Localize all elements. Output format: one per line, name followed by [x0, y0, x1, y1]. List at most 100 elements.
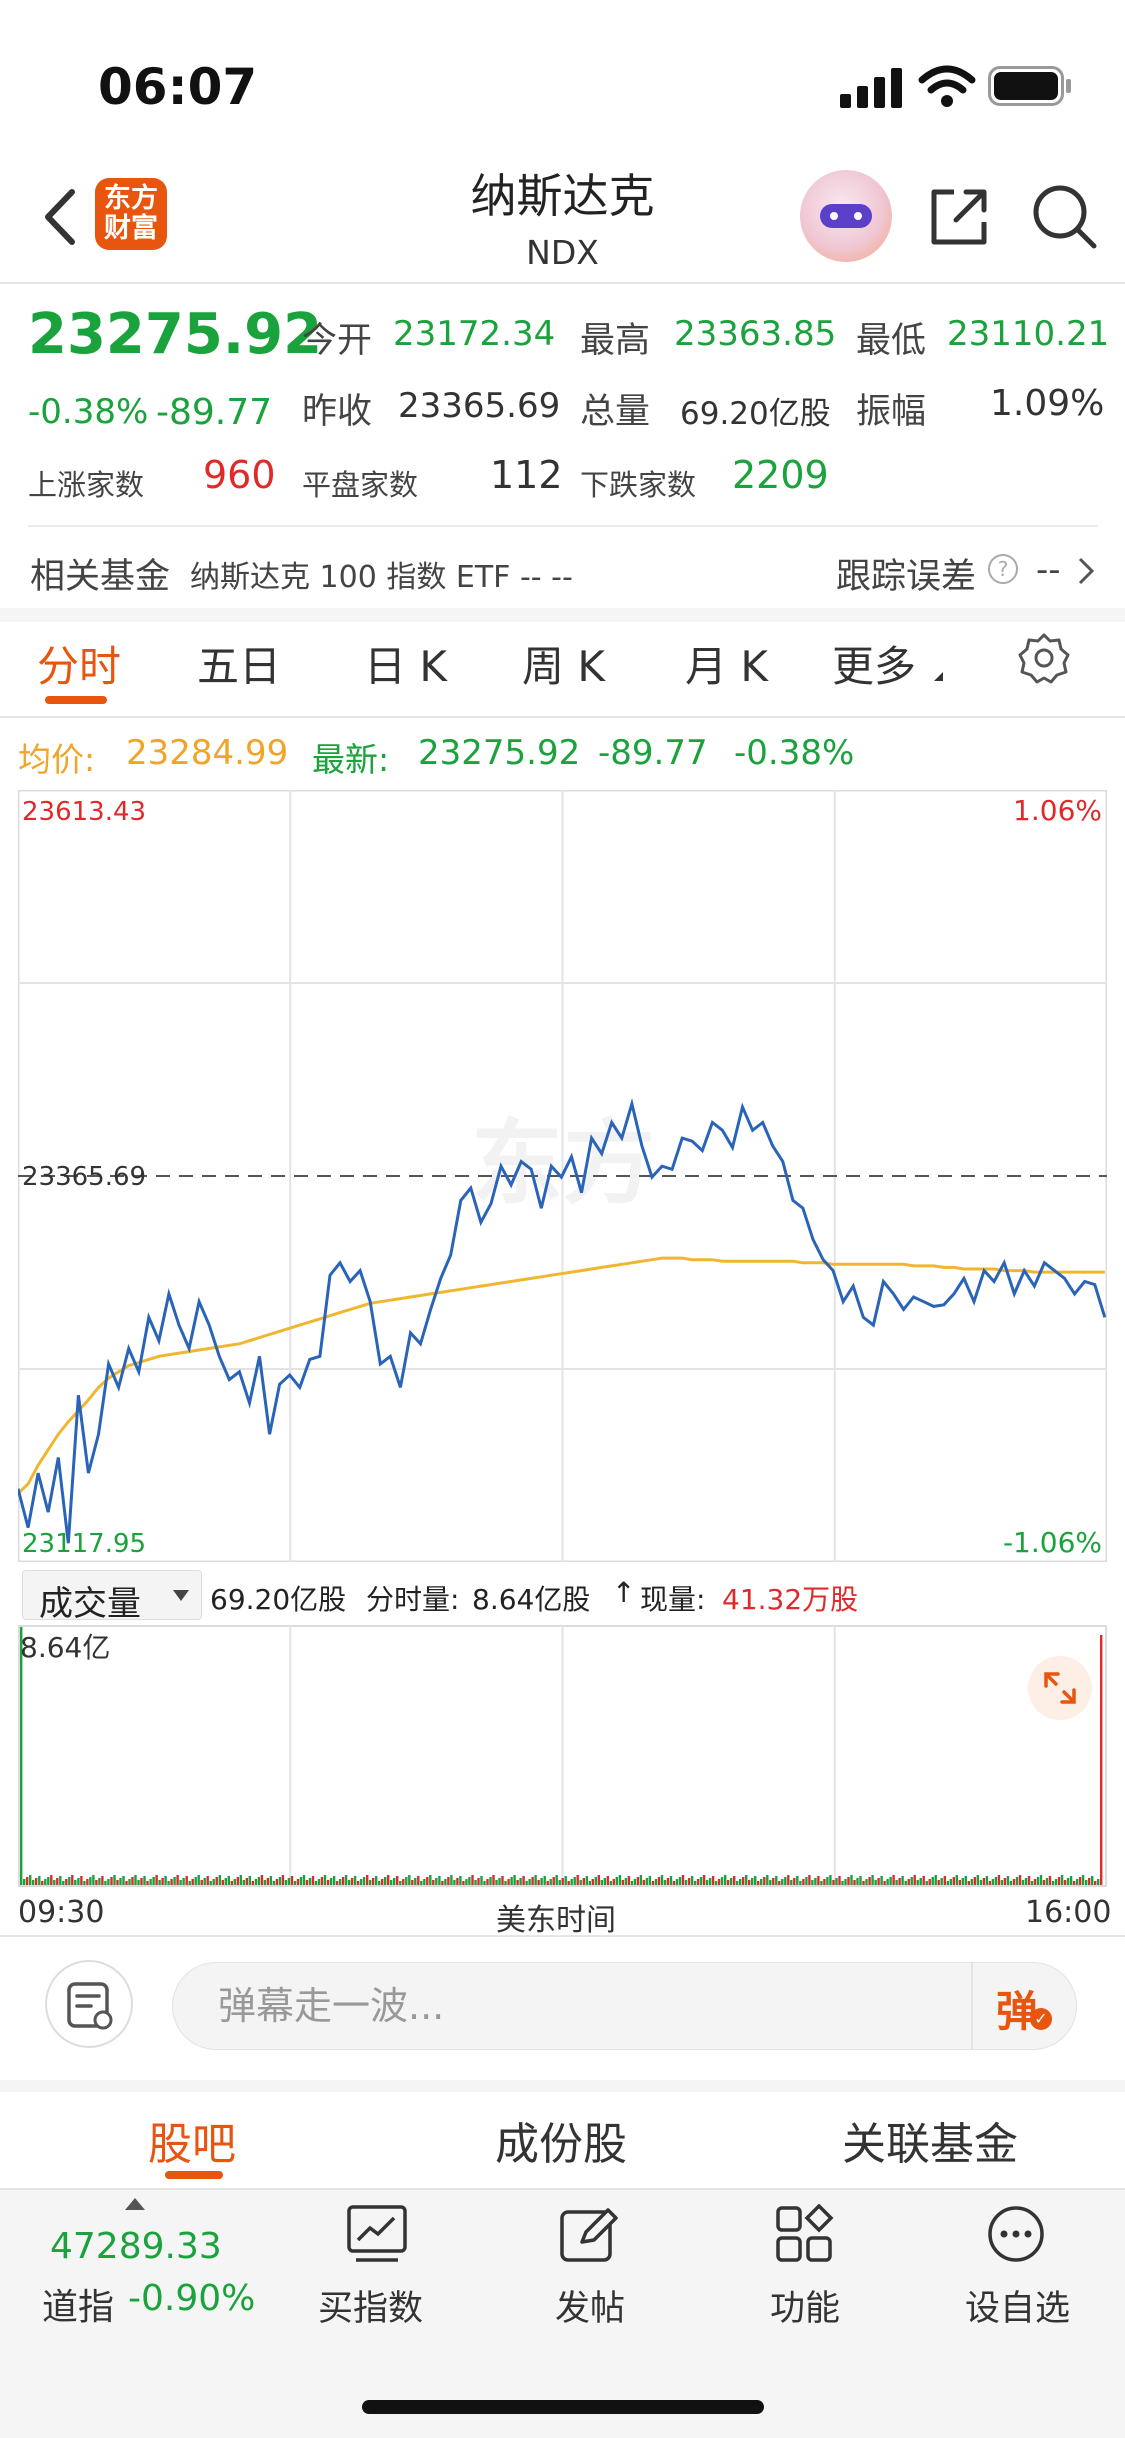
- latest-percent: -0.38%: [734, 733, 855, 773]
- flat-count-value: 112: [490, 453, 563, 497]
- volume-bar: [323, 1875, 327, 1885]
- intraday-price-chart[interactable]: 东方 23613.43 23365.69 23117.95 1.06% -1.0…: [18, 790, 1107, 1562]
- volume-bar: [717, 1879, 721, 1885]
- volume-bar: [456, 1878, 459, 1885]
- prev-close-label: 昨收: [302, 392, 373, 432]
- expand-icon: [1044, 1672, 1076, 1704]
- volume-bar: [793, 1878, 796, 1885]
- volume-bar: [967, 1881, 970, 1885]
- volume-bar: [543, 1876, 546, 1885]
- volume-max-label: 8.64亿: [20, 1631, 110, 1664]
- volume-bar: [50, 1875, 53, 1885]
- dow-percent[interactable]: -0.90%: [128, 2278, 255, 2319]
- assistant-avatar[interactable]: [800, 170, 892, 262]
- volume-bar: [140, 1878, 143, 1885]
- danmu-send-divider: [971, 1962, 973, 2050]
- chart-watermark: 东方: [471, 1110, 655, 1217]
- volume-bar: [429, 1875, 432, 1885]
- volume-bar: [47, 1877, 50, 1885]
- search-icon[interactable]: [1030, 182, 1098, 250]
- volume-bar: [245, 1878, 248, 1885]
- volume-bar: [687, 1878, 691, 1885]
- volume-bar: [272, 1881, 276, 1885]
- volume-bar: [290, 1876, 294, 1885]
- tab-weekly-k[interactable]: 周 K: [522, 633, 605, 694]
- functions-icon[interactable]: [774, 2204, 836, 2264]
- buy-index-label[interactable]: 买指数: [318, 2280, 423, 2331]
- dow-label[interactable]: 道指: [42, 2278, 114, 2330]
- volume-bar: [480, 1876, 483, 1885]
- volume-bar: [558, 1880, 561, 1885]
- volume-bar: [101, 1876, 104, 1885]
- post-label[interactable]: 发帖: [555, 2280, 625, 2331]
- buy-index-icon[interactable]: [346, 2204, 408, 2264]
- volume-bar: [850, 1875, 853, 1885]
- related-fund-name[interactable]: 纳斯达克 100 指数 ETF -- --: [190, 552, 573, 596]
- volume-bar: [1030, 1881, 1034, 1885]
- volume-bar: [504, 1881, 507, 1885]
- volume-bar: [266, 1878, 270, 1885]
- tab-constituents[interactable]: 成份股: [495, 2108, 627, 2172]
- indicator-selector[interactable]: 成交量: [22, 1570, 202, 1624]
- tab-daily-k[interactable]: 日 K: [364, 633, 447, 694]
- volume-bar: [296, 1879, 300, 1885]
- tab-linked-funds[interactable]: 关联基金: [842, 2108, 1018, 2172]
- total-volume: 69.20亿股: [210, 1583, 347, 1616]
- volume-bar: [606, 1876, 609, 1885]
- volume-bar: [525, 1881, 528, 1885]
- volume-bar: [877, 1878, 880, 1885]
- x-tick-open: 09:30: [18, 1895, 105, 1930]
- chevron-right-icon[interactable]: [1076, 556, 1096, 586]
- volume-chart[interactable]: 8.64亿: [18, 1625, 1107, 1887]
- dow-value[interactable]: 47289.33: [50, 2226, 222, 2267]
- volume-bar: [534, 1875, 537, 1885]
- tab-five-day[interactable]: 五日: [197, 633, 281, 694]
- volume-bar: [236, 1877, 239, 1885]
- volume-bar: [468, 1877, 471, 1885]
- volume-bar: [152, 1877, 155, 1885]
- volume-grid: [289, 1625, 836, 1887]
- more-options-icon[interactable]: [986, 2204, 1046, 2264]
- volume-bar: [293, 1881, 297, 1885]
- volume-bar: [390, 1880, 393, 1885]
- functions-label[interactable]: 功能: [770, 2280, 840, 2331]
- volume-bar: [251, 1881, 254, 1885]
- volume-bar: [931, 1877, 934, 1885]
- add-watchlist-label[interactable]: 设自选: [965, 2280, 1070, 2331]
- danmu-send-button[interactable]: 弹 ✓: [994, 1976, 1054, 2036]
- volume-bar: [1069, 1876, 1073, 1885]
- indicator-selector-label: 成交量: [39, 1584, 141, 1624]
- volume-bar: [787, 1875, 790, 1885]
- volume-bar: [347, 1880, 351, 1885]
- tab-intraday[interactable]: 分时: [37, 633, 121, 694]
- volume-bar: [356, 1881, 360, 1885]
- volume-bar: [158, 1880, 161, 1885]
- settings-icon[interactable]: [1018, 632, 1070, 684]
- volume-bar: [269, 1876, 273, 1885]
- volume-bar: [745, 1875, 748, 1885]
- volume-bar: [808, 1875, 811, 1885]
- volume-bar: [281, 1875, 285, 1885]
- note-button[interactable]: [45, 1960, 133, 2048]
- volume-bar: [934, 1875, 937, 1885]
- prev-close-value: 23365.69: [398, 386, 561, 426]
- tab-monthly-k[interactable]: 月 K: [685, 633, 768, 694]
- share-icon[interactable]: [926, 184, 992, 250]
- volume-bar: [254, 1879, 258, 1885]
- volume-label: 总量: [580, 392, 651, 432]
- section-gap: [0, 608, 1125, 622]
- volume-bar: [507, 1879, 510, 1885]
- volume-bar: [552, 1877, 555, 1885]
- danmu-input[interactable]: 弹幕走一波...: [172, 1962, 1077, 2050]
- volume-bar: [71, 1875, 74, 1885]
- expand-chart-button[interactable]: [1028, 1656, 1092, 1720]
- volume-bar: [35, 1878, 38, 1885]
- help-icon[interactable]: ?: [988, 554, 1018, 584]
- volume-bar: [137, 1880, 140, 1885]
- volume-bar: [925, 1881, 928, 1885]
- tab-more[interactable]: 更多: [832, 633, 916, 694]
- volume-bar: [441, 1881, 444, 1885]
- volume-bar: [696, 1879, 700, 1885]
- post-icon[interactable]: [558, 2204, 620, 2264]
- tab-forum[interactable]: 股吧: [148, 2108, 236, 2172]
